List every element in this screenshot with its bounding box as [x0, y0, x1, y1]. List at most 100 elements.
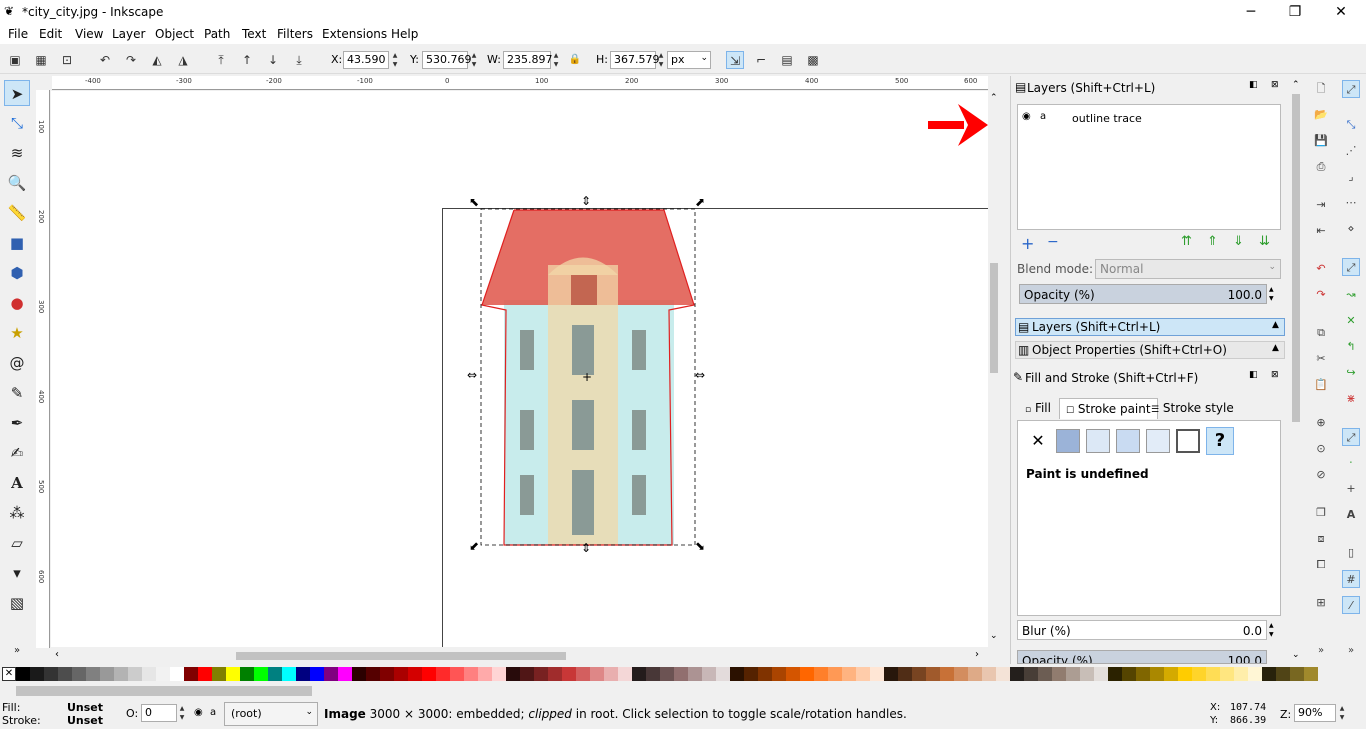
palette-swatch[interactable] [296, 667, 310, 681]
group-icon[interactable]: ⊞ [1312, 594, 1330, 612]
scroll-thumb[interactable] [1292, 94, 1300, 422]
panel-iconify-icon[interactable]: ◧ [1249, 80, 1258, 90]
remove-layer-icon[interactable]: − [1047, 234, 1059, 250]
palette-swatch[interactable] [16, 667, 30, 681]
scale-handle-w[interactable]: ⇔ [467, 369, 477, 381]
w-spinner[interactable]: ▲ ▼ [551, 51, 561, 69]
palette-swatch[interactable] [380, 667, 394, 681]
palette-swatch[interactable] [1136, 667, 1150, 681]
layer-visibility-icon[interactable]: ◉ [194, 707, 203, 718]
palette-swatch[interactable] [338, 667, 352, 681]
snap-intersection-icon[interactable]: ✕ [1342, 312, 1360, 330]
tweak-tool-icon[interactable]: ≋ [4, 140, 30, 166]
palette-swatch[interactable] [604, 667, 618, 681]
palette-swatch[interactable] [884, 667, 898, 681]
fill-value[interactable]: Unset [67, 701, 103, 714]
palette-swatch[interactable] [44, 667, 58, 681]
menu-layer[interactable]: Layer [112, 27, 145, 41]
palette-swatch[interactable] [954, 667, 968, 681]
object-opacity-slider[interactable]: Opacity (%) 100.0 [1017, 650, 1267, 664]
menu-edit[interactable]: Edit [39, 27, 62, 41]
palette-swatch[interactable] [1052, 667, 1066, 681]
scale-handle-s[interactable]: ⇕ [581, 542, 591, 554]
scroll-right-icon[interactable]: › [975, 649, 979, 660]
palette-swatch[interactable] [394, 667, 408, 681]
palette-swatch[interactable] [450, 667, 464, 681]
objprops-collapsed-tab[interactable]: ▥ Object Properties (Shift+Ctrl+O) ▲ [1015, 341, 1285, 359]
palette-swatch[interactable] [366, 667, 380, 681]
palette-swatch[interactable] [828, 667, 842, 681]
palette-swatch[interactable] [128, 667, 142, 681]
cut-icon[interactable]: ✂ [1312, 350, 1330, 368]
palette-swatch[interactable] [1024, 667, 1038, 681]
minimize-button[interactable]: ─ [1228, 0, 1274, 24]
palette-swatch[interactable] [772, 667, 786, 681]
vertical-ruler[interactable]: 100 200 300 400 500 600 [36, 90, 50, 648]
zoom-spinner[interactable]: ▲ ▼ [1337, 704, 1347, 722]
snap-enable-icon[interactable]: ⤢ [1342, 80, 1360, 98]
move-gradients-icon[interactable]: ▤ [778, 51, 796, 69]
scroll-up-icon[interactable]: ⌃ [990, 93, 998, 103]
palette-swatch[interactable] [1108, 667, 1122, 681]
opacity-spinner[interactable]: ▲ ▼ [1269, 285, 1274, 303]
palette-swatch[interactable] [660, 667, 674, 681]
expand-toolbox-icon[interactable]: » [4, 638, 30, 664]
pencil-tool-icon[interactable]: ✎ [4, 380, 30, 406]
palette-scrollbar[interactable] [16, 684, 1366, 698]
menu-view[interactable]: View [75, 27, 103, 41]
scroll-thumb[interactable] [990, 263, 998, 373]
snap-midpoint-icon[interactable]: ⋇ [1342, 390, 1360, 408]
layer-up-icon[interactable]: ⇑ [1207, 234, 1218, 249]
snap-rotation-center-icon[interactable]: + [1342, 480, 1360, 498]
duplicate-icon[interactable]: ❐ [1312, 504, 1330, 522]
palette-swatch[interactable] [58, 667, 72, 681]
layer-down-icon[interactable]: ⇓ [1233, 234, 1244, 249]
palette-swatch[interactable] [436, 667, 450, 681]
tab-stroke-paint[interactable]: ☐ Stroke paint [1059, 398, 1158, 419]
snap-page-border-icon[interactable]: ▯ [1342, 544, 1360, 562]
pen-tool-icon[interactable]: ✒ [4, 410, 30, 436]
snap-nodes-icon[interactable]: ⤢ [1342, 258, 1360, 276]
spray-tool-icon[interactable]: ⁂ [4, 500, 30, 526]
select-all-layers-icon[interactable]: ▦ [32, 51, 50, 69]
swatch-icon[interactable] [1176, 429, 1200, 453]
unset-paint-icon[interactable]: ? [1206, 427, 1234, 455]
palette-swatch[interactable] [142, 667, 156, 681]
palette-swatch[interactable] [1220, 667, 1234, 681]
palette-swatch[interactable] [800, 667, 814, 681]
scale-handle-ne[interactable]: ⬈ [695, 196, 705, 208]
calligraphy-tool-icon[interactable]: ✍ [4, 440, 30, 466]
flip-horizontal-icon[interactable]: ◭ [148, 51, 166, 69]
add-layer-icon[interactable]: + [1021, 234, 1034, 253]
snap-smooth-icon[interactable]: ↪ [1342, 364, 1360, 382]
paste-icon[interactable]: 📋 [1312, 376, 1330, 394]
w-field[interactable]: 235.897 [503, 51, 553, 69]
more-commands-icon[interactable]: » [1312, 642, 1330, 660]
palette-swatch[interactable] [856, 667, 870, 681]
unlink-clone-icon[interactable]: ⧠ [1312, 556, 1330, 574]
raise-to-top-icon[interactable]: ⤒ [212, 51, 230, 69]
palette-swatch[interactable] [646, 667, 660, 681]
palette-swatch[interactable] [198, 667, 212, 681]
palette-swatch[interactable] [352, 667, 366, 681]
collapse-icon[interactable]: ▲ [1272, 343, 1279, 353]
palette-swatch[interactable] [408, 667, 422, 681]
scroll-thumb[interactable] [236, 652, 566, 660]
palette-swatch[interactable] [730, 667, 744, 681]
palette-swatch[interactable] [212, 667, 226, 681]
palette-swatch[interactable] [786, 667, 800, 681]
palette-swatch[interactable] [982, 667, 996, 681]
palette-swatch[interactable] [156, 667, 170, 681]
palette-swatch[interactable] [240, 667, 254, 681]
gradient-tool-icon[interactable]: ▧ [4, 590, 30, 616]
palette-swatch[interactable] [674, 667, 688, 681]
rectangle-tool-icon[interactable]: ■ [4, 230, 30, 256]
raise-icon[interactable]: ↑ [238, 51, 256, 69]
eraser-tool-icon[interactable]: ▱ [4, 530, 30, 556]
clone-icon[interactable]: ⧈ [1312, 530, 1330, 548]
palette-swatch[interactable] [758, 667, 772, 681]
lower-icon[interactable]: ↓ [264, 51, 282, 69]
scale-stroke-icon[interactable]: ⇲ [726, 51, 744, 69]
palette-swatch[interactable] [618, 667, 632, 681]
paint-bucket-tool-icon[interactable]: ▾ [4, 560, 30, 586]
